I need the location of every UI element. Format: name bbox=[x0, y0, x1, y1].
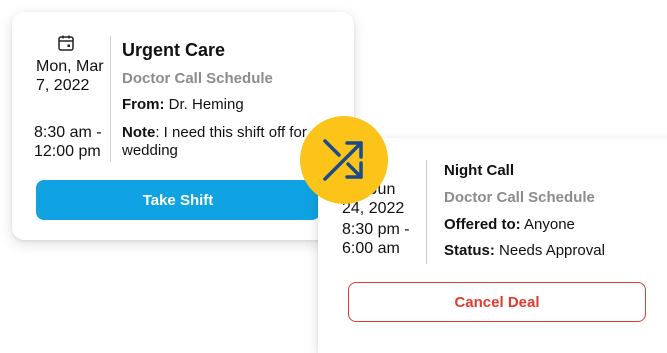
calendar-icon bbox=[58, 35, 74, 51]
from-value: Dr. Heming bbox=[168, 96, 244, 113]
shift-date-line1: Mon, Mar bbox=[36, 58, 104, 75]
swap-badge bbox=[300, 116, 388, 204]
status-value: Needs Approval bbox=[499, 242, 605, 259]
note-label: Note bbox=[122, 124, 156, 141]
shift-date: Mon, Mar 7, 2022 bbox=[36, 57, 116, 95]
shift-offer-card: Mon, Mar 7, 2022 8:30 am - 12:00 pm Urge… bbox=[12, 12, 354, 240]
deal-time: 8:30 pm - 6:00 am bbox=[342, 220, 414, 258]
from-label: From: bbox=[122, 96, 165, 113]
shuffle-icon bbox=[323, 139, 363, 181]
take-shift-button[interactable]: Take Shift bbox=[36, 180, 320, 220]
shift-date-line2: 7, 2022 bbox=[36, 77, 90, 94]
offered-to-label: Offered to: bbox=[444, 216, 521, 233]
schedule-name: Doctor Call Schedule bbox=[122, 70, 273, 87]
from-row: From: Dr. Heming bbox=[122, 96, 244, 114]
divider bbox=[110, 36, 111, 162]
shift-time-line2: 12:00 pm bbox=[34, 143, 101, 160]
cancel-deal-button[interactable]: Cancel Deal bbox=[348, 282, 646, 322]
shift-time-line1: 8:30 am - bbox=[34, 124, 102, 141]
divider bbox=[426, 160, 427, 264]
offered-to-row: Offered to: Anyone bbox=[444, 216, 575, 234]
deal-time-line2: 6:00 am bbox=[342, 240, 400, 257]
status-label: Status: bbox=[444, 242, 495, 259]
deal-title: Night Call bbox=[444, 162, 514, 179]
offered-to-value: Anyone bbox=[524, 216, 575, 233]
deal-time-line1: 8:30 pm - bbox=[342, 221, 410, 238]
schedule-name: Doctor Call Schedule bbox=[444, 189, 595, 206]
shift-title: Urgent Care bbox=[122, 40, 226, 60]
shift-time: 8:30 am - 12:00 pm bbox=[34, 123, 114, 161]
status-row: Status: Needs Approval bbox=[444, 242, 605, 260]
